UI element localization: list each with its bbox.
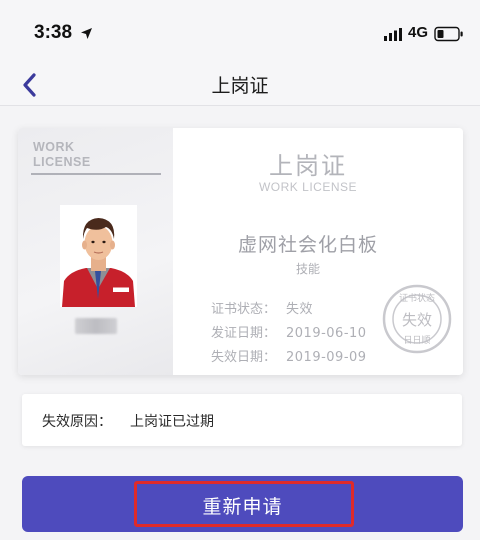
network-label: 4G <box>408 24 429 41</box>
license-title: 上岗证 <box>269 152 347 180</box>
license-card-left-panel: WORK LICENSE <box>18 128 173 375</box>
svg-text:日日顺: 日日顺 <box>403 335 430 346</box>
work-license-en-label: WORK LICENSE <box>33 140 91 169</box>
status-time: 3:38 <box>34 22 73 43</box>
reapply-button[interactable]: 重新申请 <box>22 476 463 532</box>
svg-text:证书状态: 证书状态 <box>399 292 435 304</box>
license-status-value: 失效 <box>286 302 314 317</box>
invalid-stamp-icon: 证书状态 失效 日日顺 <box>382 284 452 354</box>
nav-bar: 上岗证 <box>0 64 480 106</box>
license-expire-row: 失效日期： 2019-09-09 <box>211 350 367 365</box>
holder-photo <box>60 205 137 307</box>
status-bar: 3:38 4G <box>0 0 480 64</box>
license-expire-date: 2019-09-09 <box>286 350 367 365</box>
divider <box>31 173 161 175</box>
signal-icon <box>384 28 402 41</box>
license-card: WORK LICENSE 上岗证 WORK LICENSE 虚网社会化白板 技能… <box>18 128 463 375</box>
license-issue-row: 发证日期： 2019-06-10 <box>211 326 367 341</box>
invalid-reason-card: 失效原因： 上岗证已过期 <box>22 394 462 446</box>
reapply-button-label: 重新申请 <box>202 496 283 518</box>
battery-icon <box>434 26 463 42</box>
license-card-right-panel: 上岗证 WORK LICENSE 虚网社会化白板 技能 证书状态： 失效 发证日期… <box>173 128 463 375</box>
license-organization: 虚网社会化白板 <box>237 234 378 256</box>
license-status-row: 证书状态： 失效 <box>211 302 314 317</box>
license-subtitle: WORK LICENSE <box>258 180 357 194</box>
page-title: 上岗证 <box>211 75 269 97</box>
invalid-reason-value: 上岗证已过期 <box>130 414 214 430</box>
svg-text:失效: 失效 <box>402 311 432 329</box>
holder-name-blurred <box>75 318 117 334</box>
location-arrow-icon <box>81 28 92 39</box>
license-type: 技能 <box>295 262 320 276</box>
license-issue-date: 2019-06-10 <box>286 326 367 341</box>
invalid-reason-label: 失效原因： <box>42 414 112 430</box>
